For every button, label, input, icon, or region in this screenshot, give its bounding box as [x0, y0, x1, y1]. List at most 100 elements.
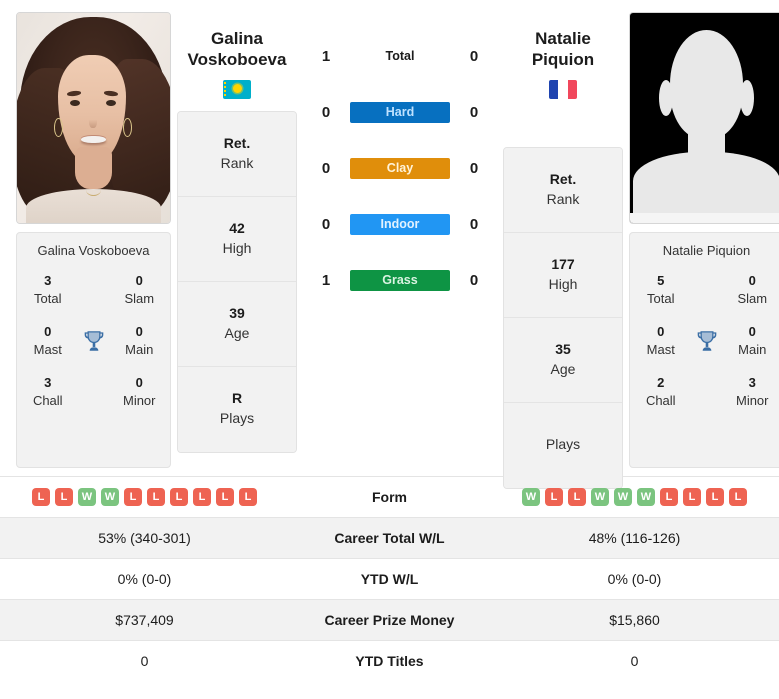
left-player-name: Galina Voskoboeva — [187, 29, 287, 70]
comparison-table: LLWWLLLLLL Form WLLWWWLLLL 53% (340-301)… — [0, 476, 779, 682]
h2h-right-hard: 0 — [469, 103, 479, 121]
form-badge-loss: L — [147, 488, 165, 506]
h2h-right-total: 0 — [469, 47, 479, 65]
form-badge-win: W — [614, 488, 632, 506]
h2h-row-total: 1 Total 0 — [303, 28, 497, 84]
left-rank-row: Ret. Rank — [178, 111, 296, 197]
right-career-total-wl: 48% (116-126) — [490, 517, 779, 559]
left-titles-total: 3 Total — [34, 273, 62, 306]
form-badge-loss: L — [193, 488, 211, 506]
h2h-right-grass: 0 — [469, 271, 479, 289]
right-titles-main: 0 Main — [738, 324, 767, 357]
table-row-form: LLWWLLLLLL Form WLLWWWLLLL — [0, 476, 779, 518]
right-age-row: 35 Age — [504, 317, 622, 403]
row-label-form: Form — [372, 489, 407, 505]
h2h-left-hard: 0 — [321, 103, 331, 121]
player-comparison-page: Galina Voskoboeva 3 Total 0 Slam 0 Mast — [0, 0, 779, 699]
surface-badge-clay[interactable]: Clay — [350, 157, 450, 179]
surface-badge-grass[interactable]: Grass — [350, 269, 450, 291]
right-titles-mast: 0 Mast — [646, 324, 675, 357]
h2h-left-grass: 1 — [321, 271, 331, 289]
form-badge-win: W — [591, 488, 609, 506]
left-form-list: LLWWLLLLLL — [16, 488, 273, 506]
h2h-left-indoor: 0 — [321, 215, 331, 233]
h2h-right-clay: 0 — [469, 159, 479, 177]
form-badge-loss: L — [545, 488, 563, 506]
row-label-ytd-wl: YTD W/L — [360, 571, 419, 587]
h2h-row-indoor: 0 Indoor 0 — [303, 196, 497, 252]
left-player-name-label: Galina Voskoboeva — [37, 243, 150, 258]
right-player-info-column: Natalie Piquion Ret. Rank 177 High 35 Ag… — [503, 12, 623, 489]
left-player-info-column: Galina Voskoboeva Ret. Rank 42 High 39 A… — [177, 12, 297, 453]
surface-badge-hard[interactable]: Hard — [350, 101, 450, 123]
form-badge-loss: L — [216, 488, 234, 506]
right-rank-row: Ret. Rank — [504, 147, 622, 233]
left-career-prize-money: $737,409 — [0, 599, 289, 641]
table-row-ytd-wl: 0% (0-0) YTD W/L 0% (0-0) — [0, 558, 779, 600]
left-career-total-wl: 53% (340-301) — [0, 517, 289, 559]
right-ytd-titles: 0 — [630, 653, 639, 670]
left-trophy-cell — [73, 328, 115, 354]
form-badge-loss: L — [729, 488, 747, 506]
left-player-column: Galina Voskoboeva 3 Total 0 Slam 0 Mast — [16, 12, 171, 468]
right-plays-row: Plays — [504, 402, 622, 488]
left-ytd-wl: 0% (0-0) — [117, 571, 172, 587]
row-label-ytd-titles: YTD Titles — [355, 653, 424, 670]
left-rank-card: Ret. Rank 42 High 39 Age R Plays — [177, 110, 297, 453]
right-player-name-label: Natalie Piquion — [662, 243, 751, 258]
row-label-career-prize-money: Career Prize Money — [289, 599, 490, 641]
surface-badge-indoor[interactable]: Indoor — [350, 213, 450, 235]
left-high-row: 42 High — [178, 196, 296, 282]
h2h-left-total: 1 — [321, 47, 331, 65]
right-player-name: Natalie Piquion — [531, 29, 595, 70]
right-ytd-wl: 0% (0-0) — [607, 571, 662, 587]
h2h-right-indoor: 0 — [469, 215, 479, 233]
form-badge-loss: L — [706, 488, 724, 506]
form-badge-loss: L — [55, 488, 73, 506]
left-titles-slam: 0 Slam — [124, 273, 155, 306]
left-form-cell: LLWWLLLLLL — [0, 477, 289, 518]
right-rank-card: Ret. Rank 177 High 35 Age Plays — [503, 146, 623, 489]
kazakhstan-flag-icon — [223, 79, 251, 99]
left-titles-mast: 0 Mast — [33, 324, 62, 357]
right-titles-card: Natalie Piquion 5 Total 0 Slam 0 Mast 0 … — [629, 232, 779, 468]
form-badge-loss: L — [124, 488, 142, 506]
form-badge-win: W — [78, 488, 96, 506]
left-ytd-titles: 0 — [140, 653, 149, 670]
right-titles-slam: 0 Slam — [737, 273, 768, 306]
right-high-row: 177 High — [504, 232, 622, 318]
row-label-career-total-wl: Career Total W/L — [289, 517, 490, 559]
form-badge-win: W — [637, 488, 655, 506]
trophy-icon — [697, 330, 716, 351]
h2h-row-grass: 1 Grass 0 — [303, 252, 497, 308]
table-row-career-total-wl: 53% (340-301) Career Total W/L 48% (116-… — [0, 517, 779, 559]
form-badge-loss: L — [239, 488, 257, 506]
form-badge-loss: L — [568, 488, 586, 506]
right-trophy-cell — [686, 328, 728, 354]
left-titles-main: 0 Main — [125, 324, 154, 357]
form-badge-loss: L — [32, 488, 50, 506]
form-badge-loss: L — [660, 488, 678, 506]
left-titles-minor: 0 Minor — [122, 375, 156, 408]
right-form-list: WLLWWWLLLL — [506, 488, 763, 506]
right-titles-total: 5 Total — [647, 273, 675, 306]
form-badge-win: W — [522, 488, 540, 506]
left-plays-row: R Plays — [178, 366, 296, 452]
table-row-ytd-titles: 0 YTD Titles 0 — [0, 640, 779, 682]
h2h-row-clay: 0 Clay 0 — [303, 140, 497, 196]
h2h-left-clay: 0 — [321, 159, 331, 177]
right-player-photo — [629, 12, 779, 224]
left-titles-card: Galina Voskoboeva 3 Total 0 Slam 0 Mast — [16, 232, 171, 468]
right-player-column: Natalie Piquion 5 Total 0 Slam 0 Mast 0 … — [629, 12, 779, 468]
form-badge-win: W — [101, 488, 119, 506]
left-age-row: 39 Age — [178, 281, 296, 367]
surface-label-total: Total — [385, 48, 415, 63]
right-titles-chall: 2 Chall — [645, 375, 676, 408]
table-row-career-prize-money: $737,409 Career Prize Money $15,860 — [0, 599, 779, 641]
form-badge-loss: L — [170, 488, 188, 506]
comparison-header: Galina Voskoboeva 3 Total 0 Slam 0 Mast — [0, 0, 779, 489]
right-titles-minor: 3 Minor — [735, 375, 769, 408]
h2h-row-hard: 0 Hard 0 — [303, 84, 497, 140]
head-to-head-column: 1 Total 0 0 Hard 0 0 Clay 0 0 Indoor 0 1… — [303, 12, 497, 308]
france-flag-icon — [549, 79, 577, 99]
